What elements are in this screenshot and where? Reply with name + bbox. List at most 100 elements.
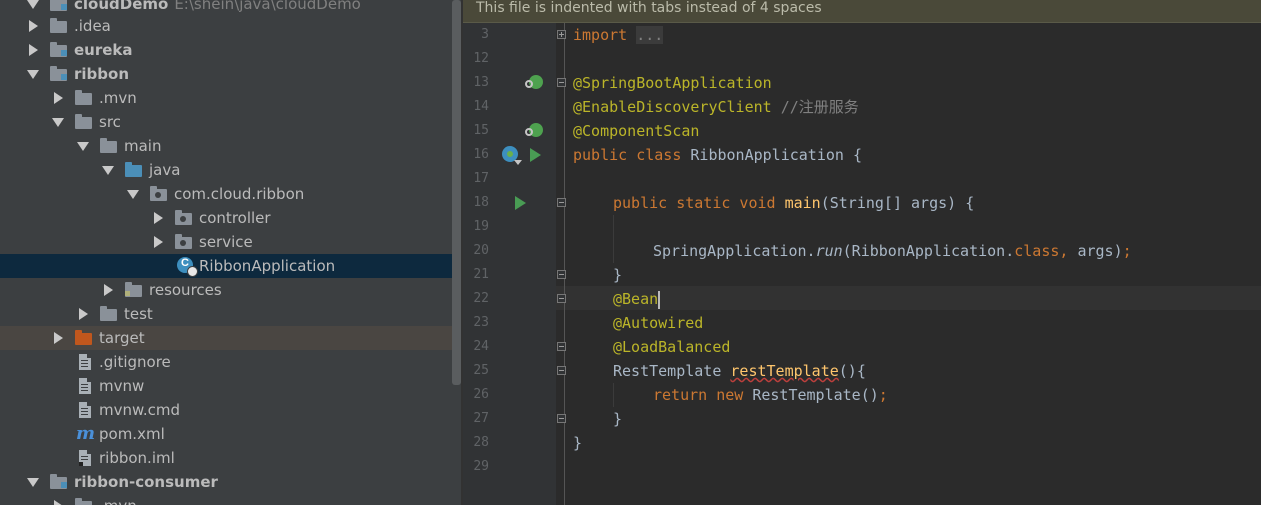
fold-collapse-icon[interactable] xyxy=(557,342,566,351)
tree-item-test[interactable]: test xyxy=(0,302,462,326)
code-line-28[interactable]: } xyxy=(573,431,582,455)
chevron-right-icon[interactable] xyxy=(154,212,163,224)
line-number: 14 xyxy=(473,99,489,114)
tree-label: ribbon-consumer xyxy=(74,473,218,491)
tree-label: main xyxy=(124,137,162,155)
tree-label: mvnw.cmd xyxy=(99,401,181,419)
chevron-right-icon[interactable] xyxy=(104,284,113,296)
line-number: 19 xyxy=(473,219,489,234)
code-line-24[interactable]: @LoadBalanced xyxy=(613,335,730,359)
tree-scrollbar[interactable] xyxy=(452,0,461,385)
chevron-right-icon[interactable] xyxy=(54,332,63,344)
code-line-27[interactable]: } xyxy=(613,407,622,431)
code-line-21[interactable]: } xyxy=(613,263,622,287)
run-icon[interactable] xyxy=(515,196,531,212)
tree-label: pom.xml xyxy=(99,425,165,443)
tree-item-main[interactable]: main xyxy=(0,134,462,158)
chevron-down-icon[interactable] xyxy=(27,478,39,487)
code-line-15[interactable]: @ComponentScan xyxy=(573,119,699,143)
chevron-down-icon[interactable] xyxy=(27,70,39,79)
chevron-right-icon[interactable] xyxy=(154,236,163,248)
fold-collapse-icon[interactable] xyxy=(557,414,566,423)
tree-item-mvnw[interactable]: mvnw xyxy=(0,374,462,398)
tree-item-pom[interactable]: m pom.xml xyxy=(0,422,462,446)
line-number: 16 xyxy=(473,147,489,162)
fold-collapse-icon[interactable] xyxy=(557,270,566,279)
indent-guide xyxy=(613,215,614,263)
gutter-separator xyxy=(564,23,565,505)
fold-collapse-icon[interactable] xyxy=(557,198,566,207)
tree-item-idea[interactable]: .idea xyxy=(0,14,462,38)
chevron-down-icon[interactable] xyxy=(102,166,114,175)
line-number: 27 xyxy=(473,411,489,426)
code-line-13[interactable]: @SpringBootApplication xyxy=(573,71,772,95)
chevron-right-icon[interactable] xyxy=(29,20,38,32)
tree-item-resources[interactable]: resources xyxy=(0,278,462,302)
module-folder-icon xyxy=(50,0,68,12)
code-line-22[interactable]: @Bean xyxy=(613,287,661,311)
line-number: 24 xyxy=(473,339,489,354)
tree-label: test xyxy=(124,305,153,323)
tree-item-iml[interactable]: ribbon.iml xyxy=(0,446,462,470)
tree-item-gitignore[interactable]: .gitignore xyxy=(0,350,462,374)
tree-item-controller[interactable]: controller xyxy=(0,206,462,230)
tree-item-ribbon[interactable]: ribbon xyxy=(0,62,462,86)
code-line-14[interactable]: @EnableDiscoveryClient //注册服务 xyxy=(573,95,859,119)
chevron-right-icon[interactable] xyxy=(29,44,38,56)
tree-label: controller xyxy=(199,209,271,227)
tree-item-target[interactable]: target xyxy=(0,326,462,350)
line-number: 13 xyxy=(473,75,489,90)
package-icon xyxy=(175,234,193,250)
chevron-right-icon[interactable] xyxy=(54,92,63,104)
line-number: 12 xyxy=(473,51,489,66)
code-line-25[interactable]: RestTemplate restTemplate(){ xyxy=(613,359,866,383)
line-number: 23 xyxy=(473,315,489,330)
tree-item-mvn[interactable]: .mvn xyxy=(0,86,462,110)
tree-item-ribbon-consumer[interactable]: ribbon-consumer xyxy=(0,470,462,494)
run-icon[interactable] xyxy=(530,148,546,164)
indent-guide xyxy=(613,383,614,407)
fold-collapse-icon[interactable] xyxy=(557,78,566,87)
spring-class-icon[interactable] xyxy=(502,146,522,165)
tree-label: RibbonApplication xyxy=(199,257,336,275)
code-line-18[interactable]: public static void main(String[] args) { xyxy=(613,191,974,215)
chevron-down-icon[interactable] xyxy=(77,142,89,151)
folder-icon xyxy=(75,114,93,130)
package-icon xyxy=(150,186,168,202)
chevron-down-icon[interactable] xyxy=(52,118,64,127)
code-line-3[interactable]: import ... xyxy=(573,23,664,47)
chevron-right-icon[interactable] xyxy=(54,500,63,505)
line-number: 18 xyxy=(473,195,489,210)
spring-bean-navigate-icon[interactable] xyxy=(525,123,543,139)
tree-item-service[interactable]: service xyxy=(0,230,462,254)
excluded-folder-icon xyxy=(75,330,93,346)
chevron-down-icon[interactable] xyxy=(127,190,139,199)
tree-item-ribbon-application[interactable]: RibbonApplication xyxy=(0,254,462,278)
tree-label: .mvn xyxy=(99,89,137,107)
code-line-20[interactable]: SpringApplication.run(RibbonApplication.… xyxy=(653,239,1132,263)
fold-collapse-icon[interactable] xyxy=(557,366,566,375)
fold-collapse-icon[interactable] xyxy=(557,294,566,303)
maven-icon: m xyxy=(76,423,96,444)
code-line-26[interactable]: return new RestTemplate(); xyxy=(653,383,888,407)
code-line-16[interactable]: public class RibbonApplication { xyxy=(573,143,862,167)
tree-item-mvnw-cmd[interactable]: mvnw.cmd xyxy=(0,398,462,422)
caret-line-highlight xyxy=(556,286,1261,310)
chevron-right-icon[interactable] xyxy=(79,308,88,320)
code-line-23[interactable]: @Autowired xyxy=(613,311,703,335)
tree-label: eureka xyxy=(74,41,133,59)
tree-item-eureka[interactable]: eureka xyxy=(0,38,462,62)
spring-bean-navigate-icon[interactable] xyxy=(525,75,543,91)
tree-item-consumer-mvn[interactable]: .mvn xyxy=(0,494,462,505)
fold-expand-icon[interactable] xyxy=(557,30,566,39)
line-number: 25 xyxy=(473,363,489,378)
tree-item-package[interactable]: com.cloud.ribbon xyxy=(0,182,462,206)
tree-label: java xyxy=(149,161,181,179)
tree-item-src[interactable]: src xyxy=(0,110,462,134)
tree-label: ribbon.iml xyxy=(99,449,175,467)
tree-label: src xyxy=(99,113,121,131)
tree-item-java[interactable]: java xyxy=(0,158,462,182)
tree-label: .idea xyxy=(74,17,111,35)
line-number: 21 xyxy=(473,267,489,282)
package-icon xyxy=(175,210,193,226)
